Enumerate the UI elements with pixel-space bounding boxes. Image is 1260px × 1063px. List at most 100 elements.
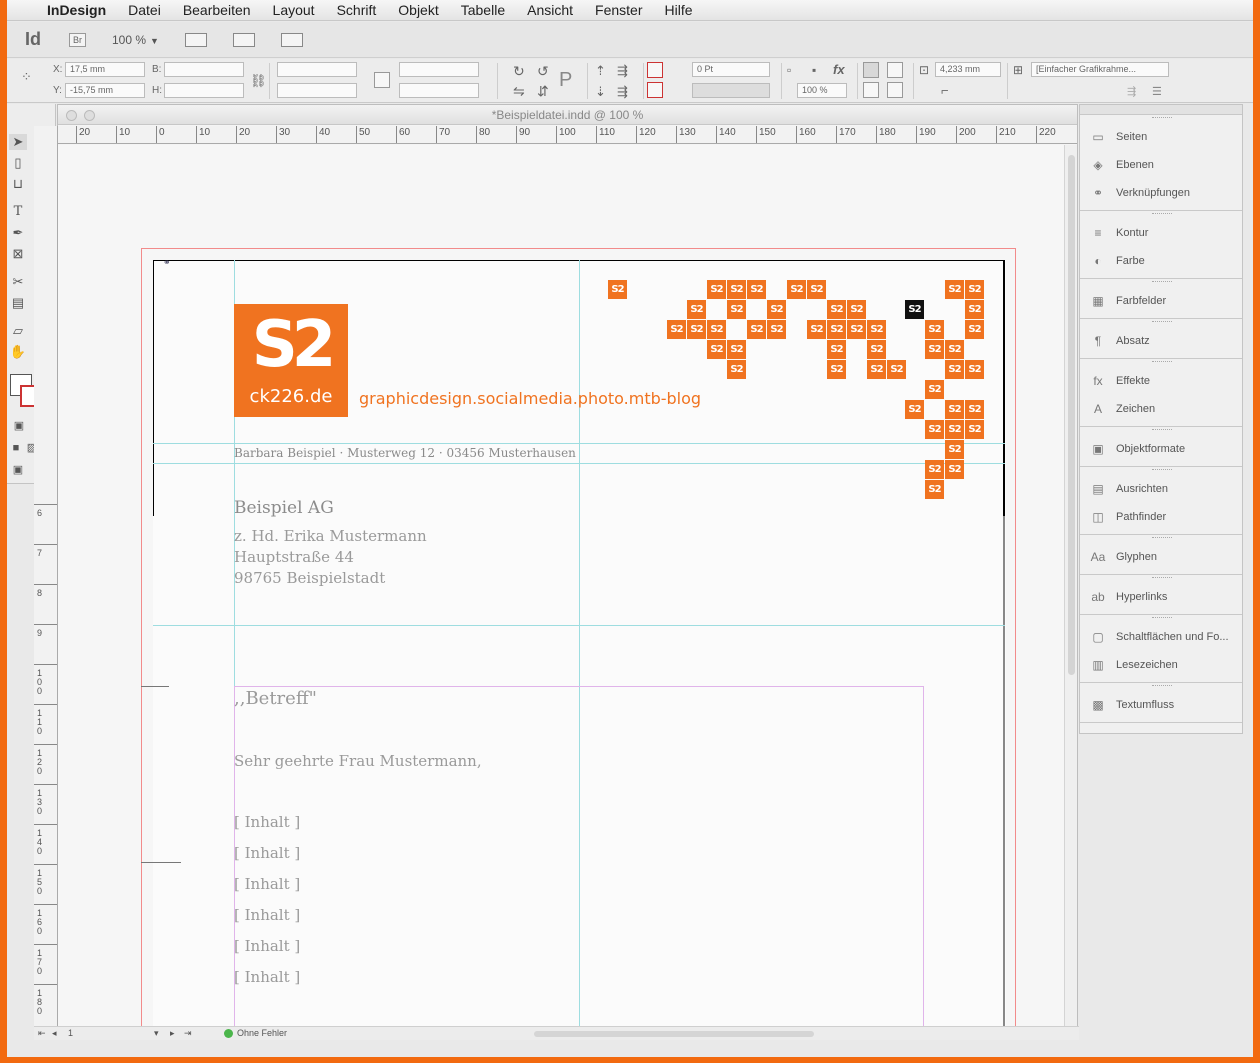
page-number-field[interactable]: 1 <box>68 1028 73 1038</box>
panel-dock-header[interactable] <box>1080 105 1242 115</box>
tagline[interactable]: graphicdesign.socialmedia.photo.mtb-blog <box>359 389 701 408</box>
y-field[interactable]: -15,75 mm <box>65 83 145 98</box>
flip-horizontal-icon[interactable]: ⇋ <box>513 83 525 100</box>
stroke-type-select[interactable] <box>692 83 770 98</box>
salutation[interactable]: Sehr geehrte Frau Mustermann, <box>234 752 482 770</box>
rectangle-frame-tool-icon[interactable]: ⊠ <box>9 246 27 262</box>
close-window-icon[interactable] <box>66 110 77 121</box>
last-page-icon[interactable]: ⇥ <box>184 1028 192 1039</box>
panel-grip[interactable] <box>1152 117 1172 119</box>
text-wrap-jump-icon[interactable] <box>887 82 903 98</box>
recipient-address[interactable]: Beispiel AG z. Hd. Erika Mustermann Haup… <box>234 498 427 589</box>
panel-menu-icon[interactable]: ☰ <box>1152 85 1162 98</box>
panel-item-glyphs[interactable]: Aa Glyphen <box>1080 543 1242 571</box>
vertical-ruler[interactable]: 6 7 8 9 100 110 120 130 140 150 160 170 … <box>34 126 58 1040</box>
shadow-icon[interactable]: ▪ <box>812 63 816 77</box>
pasteboard[interactable]: ⚭ S2 ck226.de graphicdesign.socialmedia.… <box>58 145 1065 1027</box>
stroke-weight-field[interactable]: 0 Pt <box>692 62 770 77</box>
preflight-status-text[interactable]: Ohne Fehler <box>237 1028 287 1038</box>
panel-item-stroke[interactable]: ≡ Kontur <box>1080 219 1242 247</box>
formatting-container-icon[interactable]: ▣ <box>10 418 28 434</box>
menu-tabelle[interactable]: Tabelle <box>461 2 505 18</box>
fx-icon[interactable]: fx <box>833 62 845 77</box>
lock-icon[interactable] <box>374 72 390 88</box>
link-icon[interactable]: ⚭ <box>163 257 171 268</box>
shear-field[interactable] <box>399 83 479 98</box>
panel-item-links[interactable]: ⚭ Verknüpfungen <box>1080 179 1242 207</box>
panel-grip[interactable] <box>1152 321 1172 323</box>
panel-grip[interactable] <box>1152 213 1172 215</box>
b-field[interactable] <box>164 62 244 77</box>
constrain-proportions-icon[interactable]: ⛓ <box>250 73 267 89</box>
panel-grip[interactable] <box>1152 617 1172 619</box>
drop-shadow-icon[interactable]: ▫ <box>787 63 791 77</box>
sender-line[interactable]: Barbara Beispiel · Musterweg 12 · 03456 … <box>234 446 576 460</box>
select-content-icon[interactable]: ⇣ <box>595 84 606 100</box>
zoom-select[interactable]: 100 % ▼ <box>112 33 159 47</box>
panel-item-character[interactable]: A Zeichen <box>1080 395 1242 423</box>
scale-x-field[interactable] <box>277 62 357 77</box>
panel-item-effects[interactable]: fx Effekte <box>1080 367 1242 395</box>
chevron-down-icon[interactable]: ▾ <box>154 1028 159 1039</box>
x-field[interactable]: 17,5 mm <box>65 62 145 77</box>
select-next-icon[interactable]: ⇶ <box>617 63 628 79</box>
pen-tool-icon[interactable]: ✒ <box>9 225 27 241</box>
panel-item-paragraph[interactable]: ¶ Absatz <box>1080 327 1242 355</box>
select-previous-icon[interactable]: ⇶ <box>617 84 628 100</box>
type-tool-icon[interactable]: T <box>9 204 27 220</box>
menu-objekt[interactable]: Objekt <box>398 2 438 18</box>
content-placeholders[interactable]: [ Inhalt ] [ Inhalt ] [ Inhalt ] [ Inhal… <box>234 813 300 999</box>
panel-item-color[interactable]: ◐ Farbe <box>1080 247 1242 275</box>
vertical-scrollbar[interactable] <box>1064 145 1077 1027</box>
note-tool-icon[interactable]: ▱ <box>9 323 27 339</box>
menu-layout[interactable]: Layout <box>273 2 315 18</box>
panel-item-pages[interactable]: ▭ Seiten <box>1080 123 1242 151</box>
panel-item-bookmarks[interactable]: ▥ Lesezeichen <box>1080 651 1242 679</box>
bridge-button[interactable]: Br <box>69 32 86 47</box>
content-collector-icon[interactable]: ⊔ <box>9 176 27 192</box>
selected-logo-tile[interactable]: S2 <box>905 300 924 319</box>
logo-block[interactable]: S2 ck226.de <box>234 304 348 417</box>
object-style-icon[interactable]: ⊞ <box>1013 63 1023 77</box>
panel-grip[interactable] <box>1152 685 1172 687</box>
scale-y-field[interactable] <box>277 83 357 98</box>
select-container-icon[interactable]: ⇡ <box>595 63 606 79</box>
hand-tool-icon[interactable]: ✋ <box>9 344 27 360</box>
panel-item-text-wrap[interactable]: ▩ Textumfluss <box>1080 691 1242 719</box>
view-options-icon[interactable] <box>184 32 207 47</box>
panel-grip[interactable] <box>1152 361 1172 363</box>
panel-grip[interactable] <box>1152 537 1172 539</box>
horizontal-ruler[interactable]: 20 10 0 10 20 30 40 50 60 70 80 90 100 1… <box>58 126 1077 144</box>
panel-item-object-styles[interactable]: ▣ Objektformate <box>1080 435 1242 463</box>
scrollbar-thumb[interactable] <box>1068 155 1075 675</box>
page-tool-icon[interactable]: ▯ <box>9 155 27 171</box>
panel-item-pathfinder[interactable]: ◫ Pathfinder <box>1080 503 1242 531</box>
panel-item-buttons[interactable]: ▢ Schaltflächen und Fo... <box>1080 623 1242 651</box>
scissors-tool-icon[interactable]: ✂ <box>9 274 27 290</box>
horizontal-scrollbar-thumb[interactable] <box>534 1031 814 1037</box>
subject-line[interactable]: ,,Betreff" <box>234 688 317 709</box>
previous-page-icon[interactable]: ◂ <box>52 1028 57 1039</box>
panel-grip[interactable] <box>1152 469 1172 471</box>
opacity-field[interactable]: 100 % <box>797 83 847 98</box>
normal-view-icon[interactable]: ▣ <box>9 462 27 478</box>
panel-item-align[interactable]: ▤ Ausrichten <box>1080 475 1242 503</box>
auto-fit-icon[interactable]: ⊡ <box>919 63 929 77</box>
menu-schrift[interactable]: Schrift <box>337 2 377 18</box>
rotate-cw-icon[interactable]: ↻ <box>513 63 525 80</box>
menu-app-name[interactable]: InDesign <box>47 2 106 18</box>
text-wrap-none-icon[interactable] <box>863 62 879 78</box>
stroke-none-icon[interactable] <box>647 82 663 98</box>
h-field[interactable] <box>164 83 244 98</box>
menu-ansicht[interactable]: Ansicht <box>527 2 573 18</box>
next-page-icon[interactable]: ▸ <box>170 1028 175 1039</box>
panel-item-layers[interactable]: ◈ Ebenen <box>1080 151 1242 179</box>
object-style-select[interactable]: [Einfacher Grafikrahme... <box>1031 62 1169 77</box>
panel-grip[interactable] <box>1152 577 1172 579</box>
first-page-icon[interactable]: ⇤ <box>38 1028 46 1039</box>
panel-item-swatches[interactable]: ▦ Farbfelder <box>1080 287 1242 315</box>
panel-grip[interactable] <box>1152 429 1172 431</box>
fill-none-icon[interactable] <box>647 62 663 78</box>
panel-grip[interactable] <box>1152 281 1172 283</box>
menu-fenster[interactable]: Fenster <box>595 2 642 18</box>
